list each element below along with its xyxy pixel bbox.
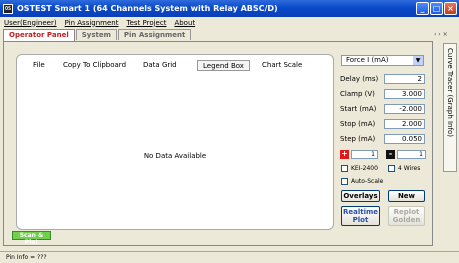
four-wires-label: 4 Wires xyxy=(398,165,421,172)
side-tab-strip: ‹ › × Curve Tracer (Graph Info) xyxy=(434,29,459,246)
plus-value-input[interactable]: 1 xyxy=(351,150,378,159)
main-tabs: Operator Panel System Pin Assignment xyxy=(3,29,192,41)
mode-value: Force I (mA) xyxy=(346,56,389,64)
tab-system[interactable]: System xyxy=(75,29,117,40)
overlays-button[interactable]: Overlays xyxy=(341,190,380,202)
kei-2400-checkbox[interactable] xyxy=(341,165,348,172)
replot-golden-label-line1: Replot xyxy=(393,208,420,216)
curve-tracer-tab-label: Curve Tracer (Graph Info) xyxy=(446,48,454,137)
kei-2400-label: KEI-2400 xyxy=(351,165,378,172)
menu-user[interactable]: User(Engineer) xyxy=(4,19,57,27)
minus-value-input[interactable]: 1 xyxy=(397,150,426,159)
start-row: Start (mA) -2.000 xyxy=(340,104,426,115)
minimize-button[interactable]: _ xyxy=(416,2,429,15)
close-button[interactable]: × xyxy=(444,2,457,15)
realtime-plot-label-line1: Realtime xyxy=(342,208,379,216)
plot-menu-file[interactable]: File xyxy=(28,60,50,71)
side-tab-controls[interactable]: ‹ › × xyxy=(434,31,448,38)
new-button[interactable]: New xyxy=(388,190,425,202)
plot-menu: File Copy To Clipboard Data Grid Legend … xyxy=(17,60,333,72)
pin-info-status: Pin Info = ??? xyxy=(6,254,47,261)
title-bar: OS OSTEST Smart 1 (64 Channels System wi… xyxy=(0,0,459,17)
chevron-down-icon[interactable]: ▼ xyxy=(413,56,423,65)
plot-area[interactable]: File Copy To Clipboard Data Grid Legend … xyxy=(16,54,334,230)
delay-input[interactable]: 2 xyxy=(384,74,425,84)
menu-about[interactable]: About xyxy=(174,19,195,27)
clamp-label: Clamp (V) xyxy=(340,90,375,98)
tab-operator-panel[interactable]: Operator Panel xyxy=(3,29,75,41)
window-title: OSTEST Smart 1 (64 Channels System with … xyxy=(17,4,278,13)
replot-golden-button[interactable]: Replot Golden xyxy=(388,206,425,226)
plot-menu-legend-box[interactable]: Legend Box xyxy=(197,60,250,71)
app-icon: OS xyxy=(3,3,13,14)
mode-dropdown[interactable]: Force I (mA) ▼ xyxy=(341,55,424,66)
plot-menu-chart-scale[interactable]: Chart Scale xyxy=(257,60,307,71)
plot-menu-copy-to-clipboard[interactable]: Copy To Clipboard xyxy=(58,60,131,71)
plus-button[interactable]: + xyxy=(340,150,349,159)
minus-button[interactable]: - xyxy=(386,150,395,159)
start-label: Start (mA) xyxy=(340,105,377,113)
operator-panel: File Copy To Clipboard Data Grid Legend … xyxy=(3,41,433,246)
maximize-button[interactable]: □ xyxy=(430,2,443,15)
step-row: Step (mA) 0.050 xyxy=(340,134,426,145)
delay-row: Delay (ms) 2 xyxy=(340,74,426,85)
realtime-plot-label-line2: Plot xyxy=(352,216,369,224)
plot-menu-data-grid[interactable]: Data Grid xyxy=(138,60,182,71)
start-input[interactable]: -2.000 xyxy=(384,104,425,114)
clamp-row: Clamp (V) 3.000 xyxy=(340,89,426,100)
replot-golden-label-line2: Golden xyxy=(392,216,421,224)
menu-test-project[interactable]: Test Project xyxy=(126,19,166,27)
menu-pin-assignment[interactable]: Pin Assignment xyxy=(65,19,119,27)
step-label: Step (mA) xyxy=(340,135,376,143)
step-input[interactable]: 0.050 xyxy=(384,134,425,144)
stop-input[interactable]: 2.000 xyxy=(384,119,425,129)
four-wires-checkbox[interactable] xyxy=(388,165,395,172)
auto-scale-checkbox[interactable] xyxy=(341,178,348,185)
window-controls: _ □ × xyxy=(416,2,457,15)
status-bar: Pin Info = ??? xyxy=(0,251,459,263)
realtime-plot-button[interactable]: Realtime Plot xyxy=(341,206,380,226)
auto-scale-label: Auto-Scale xyxy=(351,178,384,185)
stop-label: Stop (mA) xyxy=(340,120,376,128)
scan-and-plot-button[interactable]: Scan & Plot xyxy=(12,231,51,246)
stop-row: Stop (mA) 2.000 xyxy=(340,119,426,130)
tab-pin-assignment[interactable]: Pin Assignment xyxy=(117,29,192,40)
menu-bar: User(Engineer) Pin Assignment Test Proje… xyxy=(0,17,459,28)
clamp-input[interactable]: 3.000 xyxy=(384,89,425,99)
curve-tracer-tab[interactable]: Curve Tracer (Graph Info) xyxy=(443,43,457,172)
no-data-message: No Data Available xyxy=(143,152,207,160)
delay-label: Delay (ms) xyxy=(340,75,379,83)
